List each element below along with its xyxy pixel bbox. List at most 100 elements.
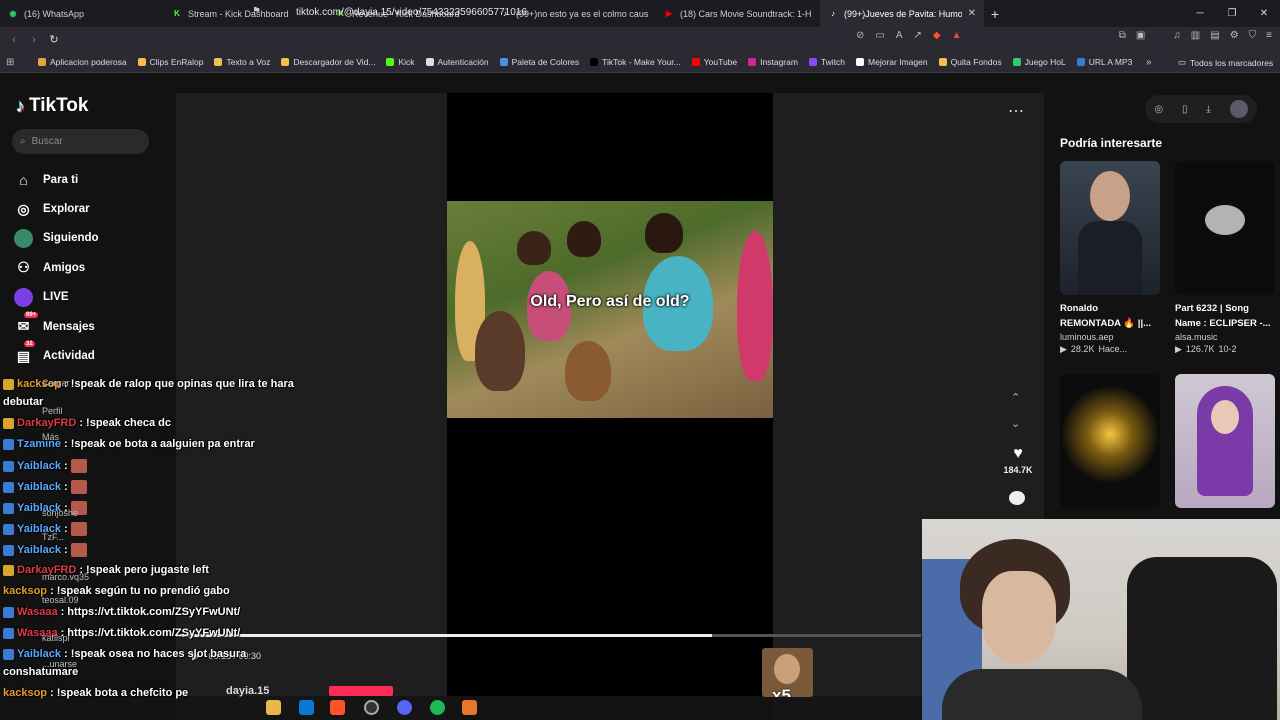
share-icon[interactable]: ↗ bbox=[914, 30, 922, 41]
music-icon[interactable]: ♫ bbox=[1173, 30, 1181, 41]
suggestion-card[interactable] bbox=[1060, 374, 1160, 508]
sidebar-item-live[interactable]: ● LIVE bbox=[14, 283, 99, 312]
chat-message: Yaiblack : bbox=[3, 543, 87, 557]
obs-taskbar-icon[interactable] bbox=[364, 700, 379, 715]
bookmark-label: Juego HoL bbox=[1024, 57, 1066, 67]
bookmark-item[interactable]: Descargador de Vid... bbox=[281, 57, 375, 67]
bookmark-item[interactable]: Aplicacion poderosa bbox=[38, 57, 127, 67]
sidebar-item-messages[interactable]: ✉ 99+ Mensajes bbox=[14, 311, 99, 341]
webcam-overlay bbox=[922, 519, 1280, 720]
browser-tab[interactable]: ◉ (16) WhatsApp bbox=[0, 0, 164, 27]
explorer-taskbar-icon[interactable] bbox=[266, 700, 281, 715]
sidebar-item-home[interactable]: ⌂ Para ti bbox=[14, 165, 99, 194]
bookmark-item[interactable]: Twitch bbox=[808, 57, 845, 67]
search-input[interactable]: ⌕ Buscar bbox=[12, 129, 149, 154]
bookmark-item[interactable]: Kick bbox=[386, 57, 415, 67]
app-taskbar-icon[interactable] bbox=[462, 700, 477, 715]
store-taskbar-icon[interactable] bbox=[299, 700, 314, 715]
next-video-icon[interactable]: ⌄ bbox=[1011, 417, 1020, 430]
download-icon[interactable]: ⤓ bbox=[1206, 104, 1210, 115]
bookmark-item[interactable]: Autenticación bbox=[425, 57, 489, 67]
bookmark-item[interactable]: URL A MP3 bbox=[1076, 57, 1132, 67]
shield-icon[interactable]: ◆ bbox=[933, 30, 941, 41]
screenshot-icon[interactable]: ▣ bbox=[1136, 30, 1145, 41]
bookmark-favicon-icon bbox=[938, 58, 947, 66]
extensions-icon[interactable]: ⧉ bbox=[1119, 30, 1126, 41]
profile-avatar[interactable] bbox=[1229, 100, 1248, 118]
rewards-icon[interactable]: ▲ bbox=[952, 30, 962, 41]
coins-icon[interactable]: ◎ bbox=[1154, 104, 1163, 115]
minimize-icon[interactable]: ─ bbox=[1184, 0, 1216, 27]
cast-icon[interactable]: ▭ bbox=[875, 30, 884, 41]
tiktok-wordmark: TikTok bbox=[29, 95, 89, 116]
no-track-icon[interactable]: ⊘ bbox=[856, 30, 864, 41]
device-icon[interactable]: ▯ bbox=[1182, 104, 1188, 115]
restore-icon[interactable]: ❐ bbox=[1216, 0, 1248, 27]
suggestion-card[interactable]: Ronaldo REMONTADA 🔥 ||... luminous.aep ▶… bbox=[1060, 161, 1160, 355]
video-author[interactable]: dayia.15 bbox=[226, 685, 269, 697]
suggestion-thumbnail[interactable] bbox=[1175, 374, 1275, 508]
all-bookmarks[interactable]: ▭ Todos los marcadores bbox=[1178, 57, 1273, 68]
bookmark-favicon-icon bbox=[1012, 58, 1021, 66]
chat-text: : https://vt.tiktok.com/ZSyYFwUNt/ bbox=[60, 606, 241, 618]
bookmark-favicon-icon bbox=[691, 58, 700, 66]
brave-taskbar-icon[interactable] bbox=[330, 700, 345, 715]
vpn-icon[interactable]: ⚙ bbox=[1230, 30, 1239, 41]
chat-emote-icon bbox=[70, 480, 87, 494]
bookmark-item[interactable]: Quita Fondos bbox=[938, 57, 1002, 67]
sidebar-item-activity[interactable]: ▤ 32 Actividad bbox=[14, 341, 99, 370]
chat-message: Yaiblack : bbox=[3, 459, 87, 473]
bookmark-item[interactable]: Instagram bbox=[748, 57, 798, 67]
more-options-icon[interactable]: ⋯ bbox=[1008, 101, 1024, 121]
sidebar-item-compass[interactable]: ◎ Explorar bbox=[14, 194, 99, 223]
bookmark-favicon-icon bbox=[386, 58, 395, 66]
sidebar-item-label: Siguiendo bbox=[43, 232, 99, 245]
forward-icon[interactable]: › bbox=[24, 27, 44, 52]
url-field[interactable]: ⚑ tiktok.com/@dayia.15/video/75433235966… bbox=[244, 3, 992, 22]
bookmarks-overflow-icon[interactable]: » bbox=[1146, 57, 1152, 68]
tiktok-logo[interactable]: ♪ TikTok bbox=[16, 95, 88, 117]
bookmark-item[interactable]: Mejorar Imagen bbox=[856, 57, 928, 67]
chat-emote-icon bbox=[70, 459, 87, 473]
comment-icon[interactable] bbox=[1009, 491, 1025, 505]
bookmark-item[interactable]: Clips EnRalop bbox=[137, 57, 203, 67]
suggestion-card[interactable]: Part 6232 | Song Name : ECLIPSER -... al… bbox=[1175, 161, 1275, 355]
bookmark-item[interactable]: Paleta de Colores bbox=[499, 57, 579, 67]
bookmark-icon[interactable]: ⚑ bbox=[252, 6, 261, 17]
chat-emote-icon bbox=[70, 522, 87, 536]
suggestion-card[interactable] bbox=[1175, 374, 1275, 508]
apps-grid-icon[interactable]: ⊞ bbox=[6, 57, 22, 68]
bookmark-favicon-icon bbox=[499, 58, 508, 66]
suggestion-title: Part 6232 | Song Name : ECLIPSER -... bbox=[1175, 303, 1271, 329]
follow-button[interactable] bbox=[329, 686, 393, 696]
suggestion-thumbnail[interactable] bbox=[1060, 161, 1160, 295]
video-progress[interactable] bbox=[176, 634, 921, 637]
bookmark-item[interactable]: Texto a Voz bbox=[214, 57, 270, 67]
sidebar-item-friends[interactable]: ⚇ Amigos bbox=[14, 253, 99, 282]
sidebar-item-following-avatar[interactable]: ● Siguiendo bbox=[14, 224, 99, 253]
tab-label: (16) WhatsApp bbox=[24, 8, 85, 19]
shield-outline-icon[interactable]: ⛉ bbox=[1249, 30, 1257, 41]
bookmark-item[interactable]: TikTok - Make Your... bbox=[590, 57, 681, 67]
video-player[interactable]: Old, Pero así de old? bbox=[447, 201, 773, 418]
bookmark-favicon-icon bbox=[214, 58, 223, 66]
notification-badge: 32 bbox=[24, 341, 35, 348]
discord-taskbar-icon[interactable] bbox=[397, 700, 412, 715]
reload-icon[interactable]: ↻ bbox=[44, 27, 64, 52]
like-button[interactable]: ♥ 184.7K bbox=[1002, 445, 1034, 475]
menu-icon[interactable]: ≡ bbox=[1266, 30, 1272, 41]
close-window-icon[interactable]: ✕ bbox=[1248, 0, 1280, 27]
bookmark-favicon-icon bbox=[1076, 58, 1085, 66]
wallet-icon[interactable]: ▤ bbox=[1210, 30, 1219, 41]
bookmark-label: Autenticación bbox=[437, 57, 489, 67]
back-icon[interactable]: ‹ bbox=[4, 27, 24, 52]
bookmark-item[interactable]: YouTube bbox=[691, 57, 737, 67]
translate-icon[interactable]: A bbox=[896, 30, 903, 41]
bookmark-item[interactable]: Juego HoL bbox=[1012, 57, 1066, 67]
sidebar-icon[interactable]: ▥ bbox=[1191, 30, 1200, 41]
suggestion-thumbnail[interactable] bbox=[1175, 161, 1275, 295]
suggestion-thumbnail[interactable] bbox=[1060, 374, 1160, 508]
previous-video-icon[interactable]: ⌃ bbox=[1011, 391, 1020, 404]
spotify-taskbar-icon[interactable] bbox=[430, 700, 445, 715]
tab-favicon-icon: K bbox=[174, 9, 180, 18]
